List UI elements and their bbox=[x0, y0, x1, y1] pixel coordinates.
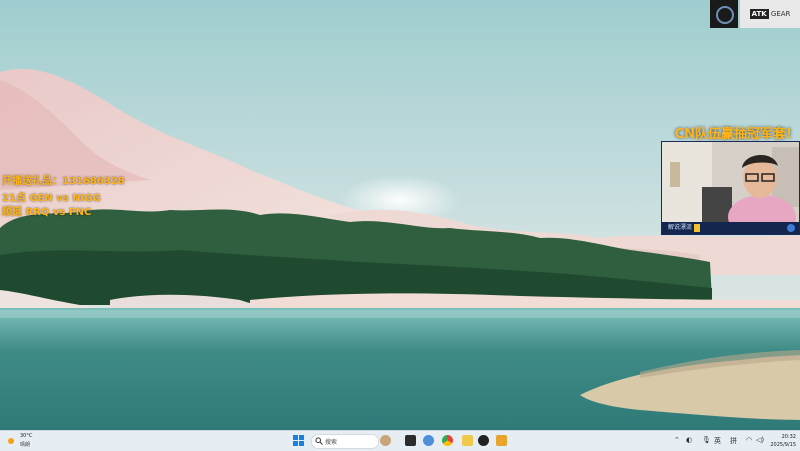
game-icon[interactable] bbox=[478, 435, 489, 446]
sponsor-badge-icon bbox=[694, 224, 700, 232]
atk-logo-icon bbox=[710, 0, 738, 28]
brand-name-box: ATK bbox=[749, 9, 769, 19]
webcam-headline: CN队伍赢抽冠军套! bbox=[674, 127, 792, 142]
desktop: 开播送礼品：131686328 21点 GEN vs NIGG 顺延 RRQ v… bbox=[0, 0, 800, 430]
browser-edge-icon[interactable] bbox=[423, 435, 434, 446]
obs-icon[interactable] bbox=[496, 435, 507, 446]
search-placeholder: 搜索 bbox=[325, 439, 338, 446]
file-explorer-icon[interactable] bbox=[405, 435, 416, 446]
clock-time: 20:32 bbox=[781, 434, 796, 440]
overlay-line-2: 21点 GEN vs NIGG bbox=[2, 193, 101, 204]
weather-temp: 30°C bbox=[20, 433, 33, 439]
search-icon bbox=[315, 437, 323, 445]
weather-desc: 晴朗 bbox=[20, 442, 31, 448]
wifi-icon[interactable]: ◠ bbox=[746, 436, 752, 444]
clock[interactable]: 20:32 2025/9/15 bbox=[768, 433, 796, 449]
notes-icon[interactable] bbox=[462, 435, 473, 446]
webcam-caption-bar: 解说漂流 bbox=[662, 222, 799, 234]
webcam-feed: 解说漂流 bbox=[661, 141, 800, 235]
volume-icon[interactable]: ◁) bbox=[756, 436, 764, 444]
taskbar-search[interactable]: 搜索 bbox=[311, 434, 379, 449]
overlay-line-3: 顺延 RRQ vs FNC bbox=[2, 207, 92, 218]
ime-mode[interactable]: 拼 bbox=[730, 436, 737, 446]
taskbar: 30°C 晴朗 搜索 ⌃ ◐ 🎙 英 拼 ◠ ◁) 20:32 2025/9/1… bbox=[0, 430, 800, 451]
weather-sun-icon bbox=[8, 438, 14, 444]
ime-lang[interactable]: 英 bbox=[714, 436, 721, 446]
chevron-up-icon[interactable]: ⌃ bbox=[674, 436, 680, 444]
network-icon[interactable]: ◐ bbox=[686, 436, 692, 444]
chrome-icon[interactable] bbox=[442, 435, 453, 446]
webcam-image bbox=[662, 142, 799, 234]
clock-date: 2025/9/15 bbox=[770, 442, 796, 448]
team-logo-icon bbox=[787, 224, 795, 232]
streamer-tag: 解说漂流 bbox=[668, 224, 693, 231]
brand-name-rest: GEAR bbox=[770, 10, 791, 18]
microphone-icon[interactable]: 🎙 bbox=[702, 436, 711, 444]
overlay-line-1: 开播送礼品：131686328 bbox=[2, 176, 125, 187]
start-button[interactable] bbox=[293, 435, 304, 446]
people-icon[interactable] bbox=[380, 435, 391, 446]
brand-name: ATK GEAR bbox=[740, 0, 800, 28]
